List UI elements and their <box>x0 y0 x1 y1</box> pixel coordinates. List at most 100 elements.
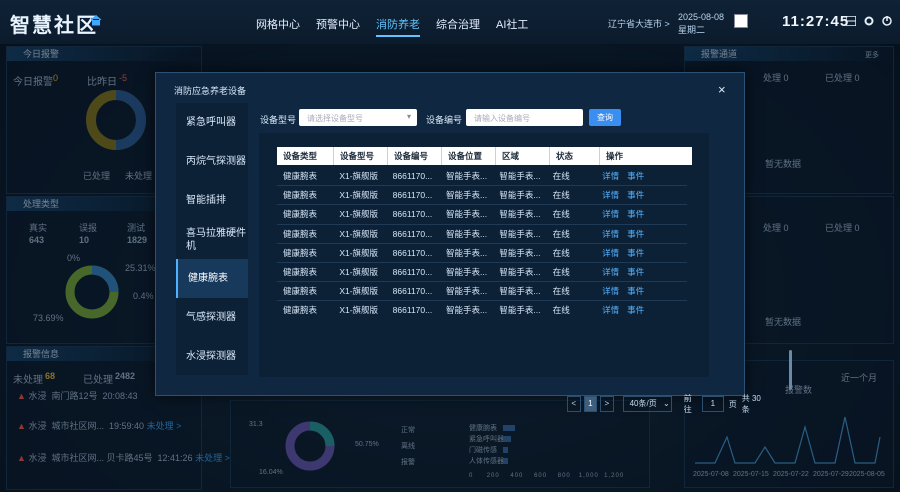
category-water-detector[interactable]: 水浸探测器 <box>176 337 248 376</box>
table-cell: 智能手表... <box>446 209 488 220</box>
table-cell: 在线 <box>552 305 570 316</box>
category-smart-plug[interactable]: 智能插排 <box>176 181 248 220</box>
detail-link[interactable]: 详情 <box>602 267 619 277</box>
event-link[interactable]: 事件 <box>627 305 644 315</box>
col-action: 操作 <box>606 151 624 161</box>
home-icon[interactable] <box>90 14 102 26</box>
col-location: 设备位置 <box>442 147 496 165</box>
avatar[interactable] <box>734 14 748 28</box>
prev-page-button[interactable]: < <box>567 396 581 412</box>
category-list: 紧急呼叫器 丙烷气探测器 智能插排 喜马拉雅硬件机 健康腕表 气感探测器 水浸探… <box>176 103 248 375</box>
table-cell: 智能手表... <box>499 247 541 258</box>
code-input[interactable]: 请输入设备编号 <box>466 109 583 126</box>
table-cell: X1-旗舰版 <box>339 286 379 297</box>
detail-link[interactable]: 详情 <box>602 190 619 200</box>
next-page-button[interactable]: > <box>600 396 614 412</box>
table-cell: 智能手表... <box>446 286 488 297</box>
table-body: 健康腕表 X1-旗舰版 8661170... 智能手表... 智能手表... 在线 详情 事件… <box>277 167 687 317</box>
nav-fire-elderly[interactable]: 消防养老 <box>376 16 420 37</box>
category-emergency-caller[interactable]: 紧急呼叫器 <box>176 103 248 142</box>
table-actions: 详情 事件 <box>596 225 687 243</box>
category-health-watch[interactable]: 健康腕表 <box>176 259 248 298</box>
chevron-down-icon: ⌄ <box>662 399 670 408</box>
category-smoke-detector[interactable]: 气感探测器 <box>176 298 248 337</box>
scrollbar[interactable] <box>789 350 792 390</box>
table-cell: 健康腕表 <box>283 209 318 220</box>
table-actions: 详情 事件 <box>596 301 687 317</box>
type-select[interactable]: 请选择设备型号 ▾ <box>299 109 417 126</box>
category-himalaya-device[interactable]: 喜马拉雅硬件机 <box>176 220 248 259</box>
pagination: < 1 > 40条/页 ⌄ 前往 1 页 共 30 条 <box>567 394 766 414</box>
event-link[interactable]: 事件 <box>627 171 644 181</box>
page-number[interactable]: 1 <box>583 396 598 412</box>
modal-title: 消防应急养老设备 <box>174 86 247 96</box>
table-cell: X1-旗舰版 <box>339 305 379 316</box>
table-cell: 在线 <box>552 190 570 201</box>
main-nav: 网格中心 预警中心 消防养老 综合治理 AI社工 <box>256 16 544 37</box>
gear-icon[interactable] <box>864 16 874 26</box>
table-row: 健康腕表 X1-旗舰版 8661170... 智能手表... 智能手表... 在线 详情 事件 <box>277 263 687 283</box>
event-link[interactable]: 事件 <box>627 190 644 200</box>
table-cell: 智能手表... <box>446 228 488 239</box>
table-actions: 详情 事件 <box>596 186 687 204</box>
total-count: 共 30 条 <box>741 394 761 414</box>
detail-link[interactable]: 详情 <box>602 248 619 258</box>
logout-icon[interactable] <box>882 16 892 26</box>
goto-page-input[interactable]: 1 <box>701 396 724 412</box>
detail-link[interactable]: 详情 <box>602 171 619 181</box>
table-cell: 在线 <box>552 209 570 220</box>
table-cell: 8661170... <box>392 228 433 239</box>
table-cell: 在线 <box>552 266 570 277</box>
event-link[interactable]: 事件 <box>627 248 644 258</box>
table-cell: 智能手表... <box>499 305 541 316</box>
table-cell: 8661170... <box>392 171 433 181</box>
col-code: 设备编号 <box>388 147 442 165</box>
category-propane-detector[interactable]: 丙烷气探测器 <box>176 142 248 181</box>
top-icons <box>846 16 892 26</box>
table-row: 健康腕表 X1-旗舰版 8661170... 智能手表... 智能手表... 在线 详情 事件 <box>277 301 687 317</box>
table-row: 健康腕表 X1-旗舰版 8661170... 智能手表... 智能手表... 在线 详情 事件 <box>277 244 687 263</box>
table-cell: X1-旗舰版 <box>339 247 379 258</box>
table-cell: X1-旗舰版 <box>339 171 379 181</box>
nav-alert-center[interactable]: 预警中心 <box>316 16 360 37</box>
page-size-value: 40条/页 <box>629 399 657 408</box>
table-cell: 健康腕表 <box>283 286 318 297</box>
event-link[interactable]: 事件 <box>627 286 644 296</box>
location-selector[interactable]: 辽宁省大连市 > <box>608 17 670 30</box>
table-cell: 智能手表... <box>499 209 541 220</box>
event-link[interactable]: 事件 <box>627 229 644 239</box>
page-unit: 页 <box>728 399 737 409</box>
event-link[interactable]: 事件 <box>627 267 644 277</box>
table-row: 健康腕表 X1-旗舰版 8661170... 智能手表... 智能手表... 在线 详情 事件 <box>277 225 687 244</box>
table-row: 健康腕表 X1-旗舰版 8661170... 智能手表... 智能手表... 在线 详情 事件 <box>277 282 687 302</box>
table-cell: 在线 <box>552 171 570 181</box>
table-cell: X1-旗舰版 <box>339 228 379 239</box>
event-link[interactable]: 事件 <box>627 209 644 219</box>
col-status: 状态 <box>550 147 600 165</box>
table-cell: 健康腕表 <box>283 190 318 201</box>
type-label: 设备型号 <box>260 115 297 125</box>
table-cell: 智能手表... <box>499 190 541 201</box>
device-modal: 消防应急养老设备 × 紧急呼叫器 丙烷气探测器 智能插排 喜马拉雅硬件机 健康腕… <box>155 72 792 414</box>
table-cell: 智能手表... <box>446 247 488 258</box>
table-cell: 8661170... <box>392 266 433 277</box>
page-size-select[interactable]: 40条/页 ⌄ <box>622 396 672 412</box>
table-cell: 8661170... <box>392 190 433 201</box>
nav-ai-social[interactable]: AI社工 <box>496 16 528 37</box>
detail-link[interactable]: 详情 <box>602 286 619 296</box>
col-area: 区域 <box>496 147 550 165</box>
clock: 11:27:45 <box>782 13 850 30</box>
detail-link[interactable]: 详情 <box>602 229 619 239</box>
nav-grid-center[interactable]: 网格中心 <box>256 16 300 37</box>
nav-governance[interactable]: 综合治理 <box>436 16 480 37</box>
detail-link[interactable]: 详情 <box>602 305 619 315</box>
table-row: 健康腕表 X1-旗舰版 8661170... 智能手表... 智能手表... 在线 详情 事件 <box>277 205 687 225</box>
goto-label: 前往 <box>683 394 692 414</box>
weekday-text: 星期二 <box>678 25 706 35</box>
table-cell: 健康腕表 <box>283 305 318 316</box>
table-cell: 智能手表... <box>499 286 541 297</box>
detail-link[interactable]: 详情 <box>602 209 619 219</box>
close-icon[interactable]: × <box>718 82 726 97</box>
query-button[interactable]: 查询 <box>589 109 621 126</box>
grid-icon[interactable] <box>846 16 856 26</box>
